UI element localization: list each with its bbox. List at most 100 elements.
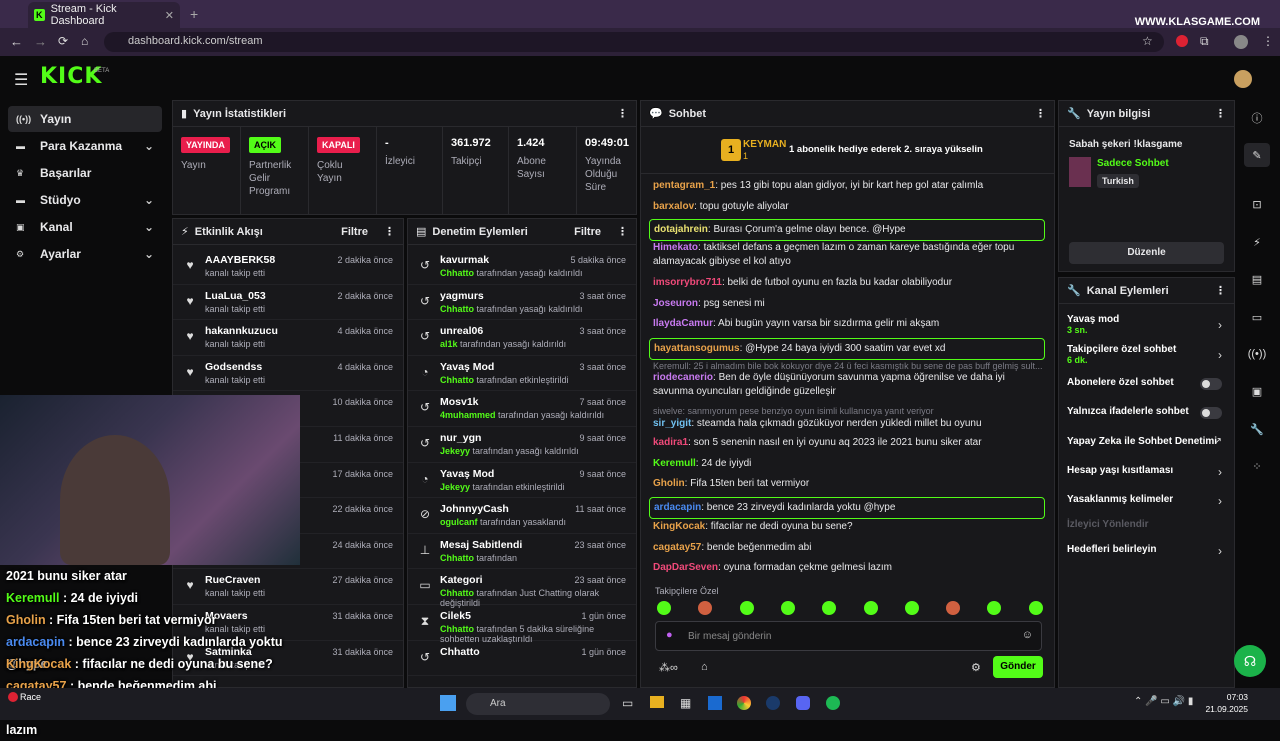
- browser-menu-icon[interactable]: ⋮: [1262, 34, 1274, 48]
- url-field[interactable]: dashboard.kick.com/stream: [104, 32, 1164, 52]
- category-name[interactable]: Sadece Sohbet: [1097, 158, 1169, 169]
- moderator-name[interactable]: Jekeyy: [440, 446, 470, 456]
- channel-action-1[interactable]: Takipçilere özel sohbet 6 dk.: [1067, 344, 1229, 365]
- chrome-icon[interactable]: [737, 696, 751, 710]
- info-icon[interactable]: ⓘ: [1244, 106, 1270, 130]
- moderator-name[interactable]: al1k: [440, 339, 458, 349]
- chevron-right-icon[interactable]: ›: [1218, 494, 1222, 508]
- emote-icon[interactable]: [698, 601, 713, 615]
- emote-icon[interactable]: [904, 601, 919, 615]
- file-explorer-icon[interactable]: [650, 696, 664, 708]
- store-icon[interactable]: ⌂: [701, 661, 708, 673]
- steam-icon[interactable]: [766, 696, 780, 710]
- extension-icon[interactable]: [1176, 35, 1188, 47]
- chat-menu-icon[interactable]: ⋮: [1035, 107, 1046, 120]
- channel-action-5[interactable]: Hesap yaşı kısıtlaması: [1067, 465, 1229, 476]
- chevron-right-icon[interactable]: ›: [1218, 318, 1222, 332]
- store-app-icon[interactable]: ▦: [680, 696, 691, 710]
- moderator-name[interactable]: ogulcanf: [440, 517, 478, 527]
- chat-username[interactable]: dotajahrein: [654, 224, 708, 235]
- chat-username[interactable]: barxalov: [653, 201, 694, 212]
- chat-username[interactable]: sir_yigit: [653, 418, 691, 429]
- close-tab-icon[interactable]: ✕: [165, 9, 174, 22]
- stream-info-menu-icon[interactable]: ⋮: [1215, 107, 1226, 120]
- broadcast-rail-icon[interactable]: ((•)): [1244, 342, 1270, 366]
- emote-icon[interactable]: [739, 601, 754, 615]
- more-rail-icon[interactable]: ⁘: [1244, 454, 1270, 478]
- chat-username[interactable]: Himekato: [653, 242, 698, 253]
- moderator-name[interactable]: Chhatto: [440, 624, 474, 634]
- browser-tab[interactable]: K Stream - Kick Dashboard ✕: [28, 2, 180, 28]
- document-rail-icon[interactable]: ▤: [1244, 267, 1270, 291]
- edit-pencil-icon[interactable]: ✎: [1244, 143, 1270, 167]
- video-rail-icon[interactable]: ▣: [1244, 379, 1270, 403]
- chevron-right-icon[interactable]: ›: [1218, 544, 1222, 558]
- moderation-menu-icon[interactable]: ⋮: [617, 225, 628, 238]
- chat-settings-icon[interactable]: ⚙: [971, 661, 981, 674]
- chat-username[interactable]: ardacapin: [654, 502, 701, 513]
- emote-icon[interactable]: [1028, 601, 1043, 615]
- taskbar-time[interactable]: 07:03: [1212, 692, 1248, 702]
- emote-icon[interactable]: [863, 601, 878, 615]
- emoji-icon[interactable]: ☺: [1022, 629, 1033, 641]
- sidebar-item-4[interactable]: ▣ Kanal ⌄: [8, 214, 162, 240]
- tray-icons[interactable]: ⌃ 🎤 ▭ 🔊 ▮: [1134, 696, 1193, 707]
- chat-username[interactable]: DapDarSeven: [653, 562, 718, 573]
- chat-rail-icon[interactable]: ▭: [1244, 305, 1270, 329]
- new-tab-icon[interactable]: +: [190, 6, 198, 22]
- chat-input[interactable]: ● Bir mesaj gönderin ☺: [655, 621, 1042, 651]
- emote-icon[interactable]: [822, 601, 837, 615]
- outlook-icon[interactable]: [708, 696, 722, 710]
- back-icon[interactable]: ←: [10, 34, 23, 49]
- profile-avatar[interactable]: [1234, 35, 1248, 49]
- home-icon[interactable]: ⌂: [81, 34, 88, 48]
- chat-tools-icon[interactable]: ⁂∞: [659, 661, 678, 674]
- extensions-puzzle-icon[interactable]: ⧉: [1200, 34, 1209, 49]
- moderator-name[interactable]: Chhatto: [440, 268, 474, 278]
- chevron-right-icon[interactable]: ›: [1218, 348, 1222, 362]
- chat-username[interactable]: riodecanerio: [653, 372, 713, 383]
- moderator-name[interactable]: Chhatto: [440, 553, 474, 563]
- sidebar-item-2[interactable]: ♛ Başarılar: [8, 160, 162, 186]
- bookmark-star-icon[interactable]: ☆: [1142, 34, 1153, 48]
- wrench-rail-icon[interactable]: 🔧: [1244, 417, 1270, 441]
- user-avatar[interactable]: [1234, 70, 1252, 88]
- sidebar-item-3[interactable]: ▬ Stüdyo ⌄: [8, 187, 162, 213]
- toggle-switch[interactable]: [1200, 407, 1222, 419]
- moderator-name[interactable]: Chhatto: [440, 375, 474, 385]
- activity-menu-icon[interactable]: ⋮: [384, 225, 395, 238]
- chat-username[interactable]: cagatay57: [653, 542, 701, 553]
- widget-label[interactable]: Race: [20, 692, 41, 702]
- send-button[interactable]: Gönder: [993, 656, 1043, 678]
- channel-action-4[interactable]: Yapay Zeka ile Sohbet Denetimi: [1067, 436, 1229, 447]
- chat-username[interactable]: Keremull: [653, 458, 696, 469]
- moderation-filter-button[interactable]: Filtre: [574, 226, 601, 238]
- chevron-right-icon[interactable]: ›: [1218, 465, 1222, 479]
- discord-icon[interactable]: [796, 696, 810, 710]
- moderator-name[interactable]: Chhatto: [440, 304, 474, 314]
- emote-icon[interactable]: [987, 601, 1002, 615]
- external-link-icon[interactable]: ↗: [1214, 436, 1222, 447]
- emote-icon[interactable]: [657, 601, 671, 615]
- chat-username[interactable]: imsorrybro711: [653, 277, 722, 288]
- chat-username[interactable]: KingKocak: [653, 521, 705, 532]
- lightning-rail-icon[interactable]: ⚡: [1244, 230, 1270, 254]
- channel-action-8[interactable]: Hedefleri belirleyin: [1067, 544, 1229, 555]
- sidebar-item-1[interactable]: ▬ Para Kazanma ⌄: [8, 133, 162, 159]
- moderator-name[interactable]: Jekeyy: [440, 482, 470, 492]
- taskbar-search[interactable]: Ara: [466, 693, 610, 715]
- edit-button[interactable]: Düzenle: [1069, 242, 1224, 264]
- chat-username[interactable]: kadira1: [653, 437, 688, 448]
- reload-icon[interactable]: ⟳: [58, 34, 68, 48]
- hamburger-menu-icon[interactable]: ☰: [14, 70, 28, 90]
- channel-actions-menu-icon[interactable]: ⋮: [1215, 284, 1226, 297]
- focus-icon[interactable]: ⊡: [1244, 192, 1270, 216]
- channel-action-0[interactable]: Yavaş mod 3 sn.: [1067, 314, 1229, 335]
- sidebar-item-5[interactable]: ⚙ Ayarlar ⌄: [8, 241, 162, 267]
- emote-icon[interactable]: [780, 601, 795, 615]
- windows-start-icon[interactable]: [440, 695, 456, 711]
- mic-icon[interactable]: ●: [666, 629, 673, 641]
- chat-username[interactable]: hayattansogumus: [654, 343, 740, 354]
- moderator-name[interactable]: Chhatto: [440, 588, 474, 598]
- chat-scrollbar[interactable]: [1054, 556, 1055, 578]
